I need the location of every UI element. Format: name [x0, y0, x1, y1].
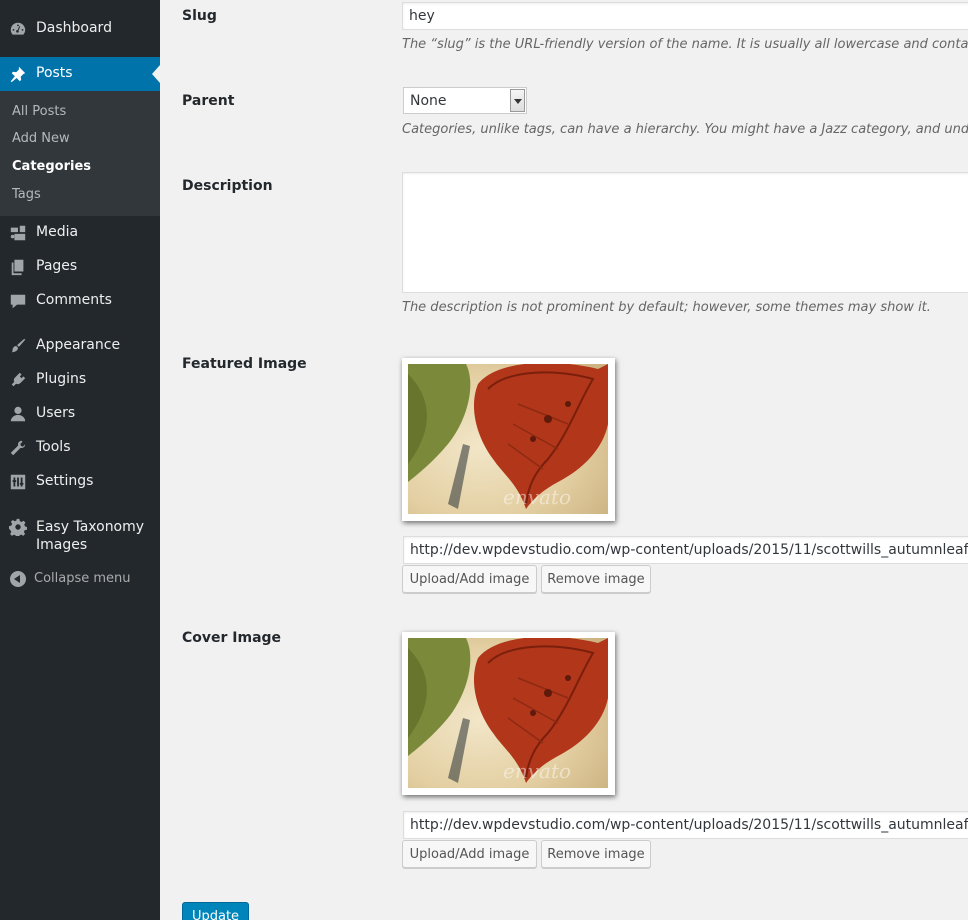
description-textarea[interactable] [402, 172, 968, 293]
sidebar-item-comments[interactable]: Comments [0, 284, 160, 318]
sidebar-item-label: Posts [36, 65, 73, 81]
featured-upload-image-button[interactable]: Upload/Add image [402, 565, 537, 593]
cover-image-preview: envato [402, 632, 615, 795]
parent-label: Parent [182, 93, 235, 109]
sidebar-item-label: Plugins [36, 371, 87, 387]
sidebar-item-plugins[interactable]: Plugins [0, 363, 160, 397]
sidebar-item-appearance[interactable]: Appearance [0, 329, 160, 363]
update-button[interactable]: Update [182, 902, 249, 920]
pages-icon [11, 259, 24, 276]
featured-image-preview: envato [402, 358, 615, 521]
sidebar-item-label: Appearance [36, 337, 121, 353]
sidebar-item-label: Media [36, 224, 79, 240]
posts-submenu: All Posts Add New Categories Tags [0, 91, 160, 216]
admin-sidebar: Dashboard Posts All Posts Add New Catego… [0, 0, 160, 920]
chevron-down-icon [510, 89, 525, 112]
description-label: Description [182, 178, 273, 194]
collapse-menu-label: Collapse menu [34, 571, 131, 586]
sidebar-item-pages[interactable]: Pages [0, 250, 160, 284]
parent-select-value: None [410, 93, 447, 109]
sidebar-item-label: Tools [36, 439, 71, 455]
sidebar-item-users[interactable]: Users [0, 397, 160, 431]
slug-input[interactable]: hey [402, 2, 968, 30]
sidebar-item-label: Dashboard [36, 20, 112, 36]
settings-sliders-icon [10, 474, 26, 490]
featured-remove-image-button[interactable]: Remove image [541, 565, 651, 593]
sidebar-item-media[interactable]: Media [0, 216, 160, 250]
cover-remove-image-button[interactable]: Remove image [541, 840, 651, 868]
sidebar-item-label: Users [36, 405, 76, 421]
gear-icon [9, 518, 27, 536]
sidebar-item-easy-taxonomy-images[interactable]: Easy Taxonomy Images [0, 510, 160, 556]
pushpin-icon [10, 66, 26, 83]
description-help: The description is not prominent by defa… [402, 300, 931, 315]
sidebar-item-label: Easy Taxonomy Images [36, 519, 145, 553]
collapse-arrow-icon [10, 571, 26, 587]
submenu-item-all-posts[interactable]: All Posts [12, 104, 66, 119]
collapse-menu-button[interactable]: Collapse menu [0, 569, 160, 591]
cover-upload-image-button[interactable]: Upload/Add image [402, 840, 537, 868]
cover-image-label: Cover Image [182, 630, 282, 646]
envato-watermark: envato [503, 759, 571, 783]
featured-image-url-input[interactable]: http://dev.wpdevstudio.com/wp-content/up… [403, 536, 968, 564]
slug-description: The “slug” is the URL-friendly version o… [402, 37, 968, 52]
sidebar-item-posts[interactable]: Posts [0, 57, 160, 91]
dashboard-icon [10, 22, 26, 35]
sidebar-item-label: Settings [36, 473, 94, 489]
wrench-icon [10, 440, 26, 456]
sidebar-item-label: Comments [36, 292, 112, 308]
sidebar-item-label: Pages [36, 258, 78, 274]
sidebar-item-settings[interactable]: Settings [0, 465, 160, 499]
media-icon [10, 225, 26, 241]
cover-image-url-input[interactable]: http://dev.wpdevstudio.com/wp-content/up… [403, 811, 968, 839]
parent-select[interactable]: None [403, 87, 527, 114]
user-icon [10, 406, 26, 422]
submenu-item-tags[interactable]: Tags [12, 187, 41, 202]
sidebar-item-dashboard[interactable]: Dashboard [0, 12, 160, 46]
parent-description: Categories, unlike tags, can have a hier… [402, 122, 968, 137]
comment-icon [10, 294, 26, 309]
paintbrush-icon [11, 338, 26, 353]
slug-label: Slug [182, 8, 217, 24]
autumn-leaf-image: envato [408, 638, 608, 788]
submenu-item-categories[interactable]: Categories [12, 159, 91, 174]
submenu-item-add-new[interactable]: Add New [12, 131, 70, 146]
autumn-leaf-image: envato [408, 364, 608, 514]
plugin-icon [11, 372, 26, 387]
envato-watermark: envato [503, 485, 571, 509]
featured-image-label: Featured Image [182, 356, 307, 372]
sidebar-item-tools[interactable]: Tools [0, 431, 160, 465]
